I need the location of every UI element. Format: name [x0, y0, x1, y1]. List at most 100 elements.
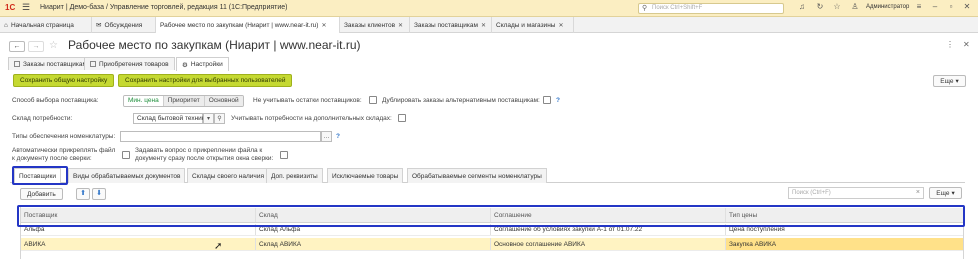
bell-icon[interactable]: ♫ — [797, 2, 807, 14]
wintab-workplace[interactable]: Рабочее место по закупкам (Ниарит | www.… — [156, 17, 340, 33]
ask-attach-label: Задавать вопрос о прикреплении файла к — [135, 147, 263, 154]
back-button[interactable]: ← — [9, 41, 25, 52]
formtab-label: Приобретения товаров — [99, 60, 169, 68]
wintab-label: Заказы поставщикам — [414, 21, 478, 29]
move-up-icon[interactable]: ⬆ — [76, 188, 90, 200]
gear-icon: ⚙ — [182, 61, 188, 69]
tab-extra-attributes[interactable]: Доп. реквизиты — [266, 168, 323, 183]
header-highlight-frame — [17, 205, 965, 227]
wintab-label: Склады и магазины — [496, 21, 556, 29]
move-down-icon[interactable]: ⬇ — [92, 188, 106, 200]
formtab-label: Настройки — [190, 61, 223, 68]
close-tab-icon[interactable]: ✕ — [558, 22, 563, 29]
cell-warehouse[interactable]: Склад АВИКА — [255, 238, 489, 250]
tab-highlight-frame — [12, 166, 68, 185]
user-name[interactable]: Администратор — [866, 4, 909, 10]
document-icon — [90, 61, 96, 67]
wintab-label: Обсуждения — [104, 21, 143, 29]
more-button-label: Еще — [940, 77, 954, 85]
tab-excluded-goods[interactable]: Исключаемые товары — [327, 168, 404, 183]
tab-own-warehouses[interactable]: Склады своего наличия — [187, 168, 269, 183]
wintab-client-orders[interactable]: Заказы клиентов ✕ — [340, 17, 410, 33]
close-tab-icon[interactable]: ✕ — [481, 22, 486, 29]
title-bar: 1С ☰ Ниарит | Демо-база / Управление тор… — [0, 0, 978, 17]
close-tab-icon[interactable]: ✕ — [398, 22, 403, 29]
formtab-label: Заказы поставщикам — [23, 60, 87, 68]
supplier-method-selector: Мин. цена Приоритет Основной — [123, 95, 244, 107]
formtab-settings[interactable]: ⚙ Настройки — [176, 57, 229, 71]
dropdown-arrow-icon[interactable]: ▾ — [203, 113, 214, 124]
tab-segments[interactable]: Обрабатываемые сегменты номенклатуры — [407, 168, 547, 183]
wintab-home[interactable]: ⌂ Начальная страница — [0, 17, 92, 33]
forward-button[interactable]: → — [28, 41, 44, 52]
document-icon — [14, 61, 20, 67]
window-tabs: ⌂ Начальная страница ✉ Обсуждения Рабоче… — [0, 17, 978, 33]
table-more-label: Еще — [936, 189, 950, 197]
supply-types-label: Типы обеспечения номенклатуры: — [12, 133, 116, 140]
option-priority[interactable]: Приоритет — [163, 96, 205, 106]
table-search-input[interactable]: Поиск (Ctrl+F) × — [788, 187, 924, 199]
help-icon[interactable]: ? — [556, 97, 560, 104]
window-title: Ниарит | Демо-база / Управление торговле… — [40, 4, 288, 11]
close-window-icon[interactable]: ✕ — [962, 2, 972, 14]
supply-types-field[interactable] — [120, 131, 321, 142]
ignore-stock-checkbox[interactable] — [369, 96, 377, 104]
more-button[interactable]: Еще ▾ — [933, 75, 966, 87]
wintab-label: Рабочее место по закупкам (Ниарит | www.… — [160, 21, 319, 29]
table-more-button[interactable]: Еще ▾ — [929, 187, 962, 199]
ignore-stock-label: Не учитывать остатки поставщиков: — [253, 97, 362, 104]
auto-attach-checkbox[interactable] — [122, 151, 130, 159]
formtab-purchases[interactable]: Приобретения товаров — [84, 57, 175, 70]
menu-icon[interactable]: ☰ — [22, 2, 32, 14]
option-main[interactable]: Основной — [204, 96, 243, 106]
chat-icon: ✉ — [96, 22, 102, 29]
more-options-icon[interactable]: ⋮ — [946, 40, 954, 49]
mouse-cursor-icon: ➚ — [214, 241, 223, 252]
ask-attach-checkbox[interactable] — [280, 151, 288, 159]
history-icon[interactable]: ↻ — [815, 2, 825, 14]
tab-document-types[interactable]: Виды обрабатываемых документов — [68, 168, 186, 183]
close-tab-icon[interactable]: ✕ — [321, 22, 326, 29]
page-title: Рабочее место по закупкам (Ниарит | www.… — [68, 38, 361, 52]
close-form-icon[interactable]: ✕ — [963, 40, 970, 49]
need-warehouse-label: Склад потребности: — [12, 115, 73, 122]
save-selected-users-settings-button[interactable]: Сохранить настройки для выбранных пользо… — [118, 74, 293, 87]
wintab-warehouses[interactable]: Склады и магазины ✕ — [492, 17, 574, 33]
cell-price-type[interactable]: Закупка АВИКА — [725, 238, 963, 250]
link-icon[interactable]: ⚲ — [214, 113, 225, 124]
user-icon[interactable]: ♙ — [850, 2, 860, 14]
search-icon: ⚲ — [642, 5, 648, 12]
duplicate-orders-checkbox[interactable] — [543, 96, 551, 104]
cell-agreement[interactable]: Основное соглашение АВИКА — [490, 238, 724, 250]
settings-menu-icon[interactable]: ≡ — [914, 2, 924, 14]
auto-attach-label: Автоматически прикреплять файл — [12, 147, 116, 154]
option-min-price[interactable]: Мин. цена — [124, 96, 164, 106]
need-warehouse-field[interactable]: Склад бытовой техники — [133, 113, 208, 124]
wintab-label: Заказы клиентов — [344, 21, 396, 29]
minimize-icon[interactable]: – — [930, 2, 940, 14]
formtab-supplier-orders[interactable]: Заказы поставщикам — [8, 57, 93, 70]
save-common-settings-button[interactable]: Сохранить общую настройку — [13, 74, 115, 87]
clear-search-icon[interactable]: × — [916, 189, 920, 196]
help-icon[interactable]: ? — [336, 133, 340, 140]
app-logo: 1С — [5, 3, 16, 12]
supplier-method-label: Способ выбора поставщика: — [12, 97, 99, 104]
wintab-supplier-orders[interactable]: Заказы поставщикам ✕ — [410, 17, 492, 33]
add-button[interactable]: Добавить — [20, 188, 63, 200]
table-row-selected[interactable]: АВИКА Склад АВИКА Основное соглашение АВ… — [21, 238, 963, 251]
wintab-discussions[interactable]: ✉ Обсуждения — [92, 17, 156, 33]
ask-attach-label-line2: документу сразу после открытия окна свер… — [135, 155, 274, 162]
consider-extra-warehouses-checkbox[interactable] — [398, 114, 406, 122]
dropdown-arrow-icon: ▾ — [955, 78, 959, 85]
maximize-icon[interactable]: ▫ — [946, 2, 956, 14]
home-icon: ⌂ — [4, 21, 8, 29]
dropdown-arrow-icon: ▾ — [951, 190, 955, 197]
ellipsis-select-icon[interactable]: … — [321, 131, 332, 142]
auto-attach-label-line2: к документу после сверки: — [12, 155, 92, 162]
star-icon[interactable]: ☆ — [832, 2, 842, 14]
global-search-input[interactable]: ⚲ Поиск Ctrl+Shift+F — [638, 3, 784, 14]
favorite-star-icon[interactable]: ☆ — [49, 40, 58, 51]
consider-extra-warehouses-label: Учитывать потребности на дополнительных … — [231, 115, 392, 122]
inner-tabs: Поставщики Виды обрабатываемых документо… — [10, 168, 965, 183]
global-search-placeholder: Поиск Ctrl+Shift+F — [652, 5, 703, 11]
